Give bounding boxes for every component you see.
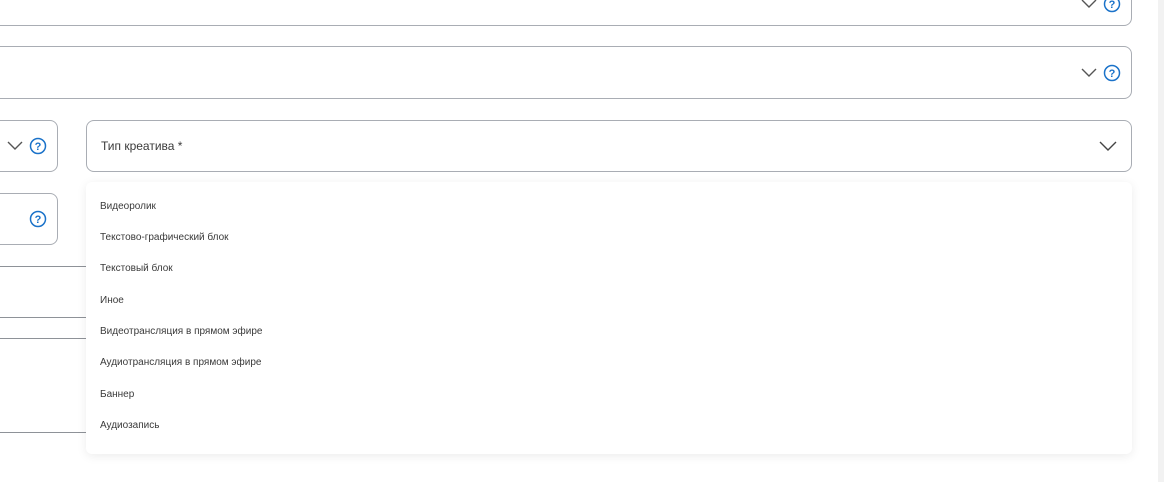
dropdown-option[interactable]: Иное [100,295,124,306]
dropdown-option[interactable]: Видеотрансляция в прямом эфире [100,326,262,337]
svg-text:?: ? [1109,0,1116,11]
creative-type-dropdown: Видеоролик Текстово-графический блок Тек… [86,182,1132,454]
top-select-field[interactable]: ? [0,0,1132,26]
dropdown-option[interactable]: Текстовый блок [100,263,173,274]
underline-input-1[interactable] [0,266,90,267]
help-icon[interactable]: ? [1103,0,1121,13]
underline-input-2[interactable] [0,317,90,318]
svg-text:?: ? [35,141,42,153]
help-icon[interactable]: ? [1103,64,1121,82]
creative-type-select[interactable]: Тип креатива * [86,120,1132,172]
chevron-down-icon[interactable] [1081,68,1097,78]
creative-type-label: Тип креатива * [101,139,183,153]
help-icon[interactable]: ? [29,210,47,228]
left-input-field[interactable]: ? [0,193,58,245]
form-page: ? ? ? Тип креатива * ? Видеоролик Тексто… [0,0,1164,482]
dropdown-option[interactable]: Аудиотрансляция в прямом эфире [100,357,261,368]
chevron-down-icon[interactable] [1099,141,1117,151]
chevron-down-icon[interactable] [7,141,23,151]
dropdown-option[interactable]: Видеоролик [100,201,156,212]
dropdown-option[interactable]: Аудиозапись [100,420,159,431]
help-icon[interactable]: ? [29,137,47,155]
dropdown-option[interactable]: Текстово-графический блок [100,232,229,243]
chevron-down-icon[interactable] [1081,0,1097,9]
svg-text:?: ? [1109,68,1116,80]
underline-input-3[interactable] [0,338,90,339]
underline-input-4[interactable] [0,432,90,433]
page-scrollbar[interactable] [1158,0,1164,482]
dropdown-option[interactable]: Баннер [100,389,134,400]
svg-text:?: ? [35,214,42,226]
second-select-field[interactable]: ? [0,46,1132,99]
left-select-field[interactable]: ? [0,120,58,172]
